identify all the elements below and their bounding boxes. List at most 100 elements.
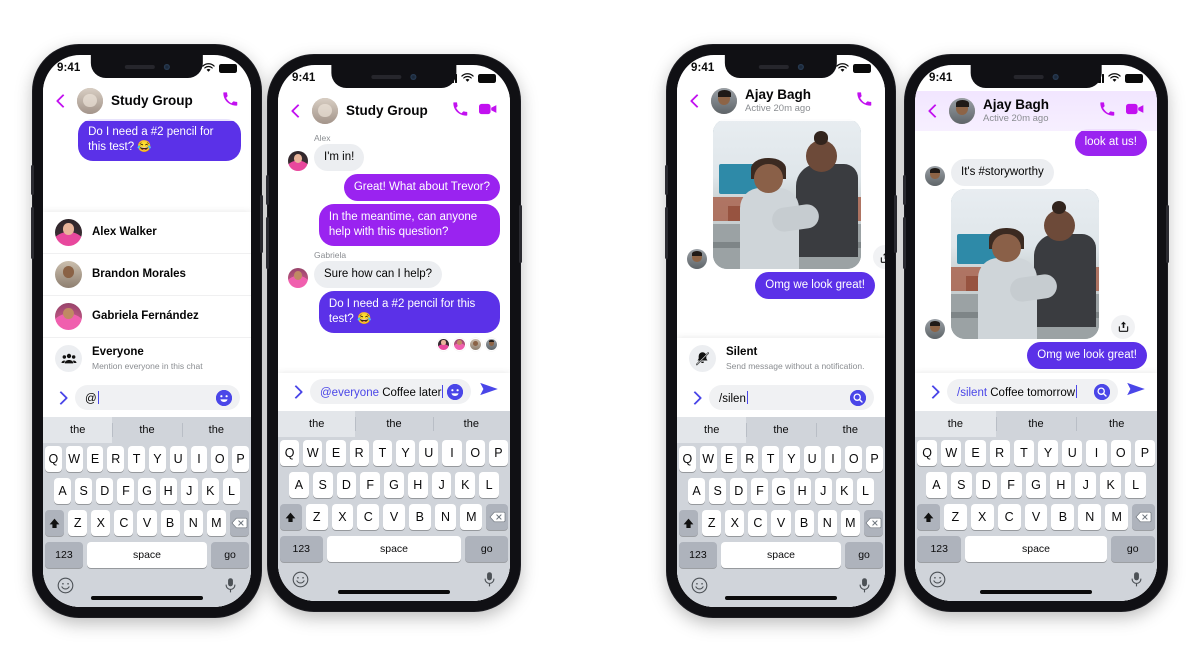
home-indicator[interactable]: [91, 596, 203, 600]
key-t[interactable]: T: [128, 446, 145, 472]
share-button[interactable]: [873, 245, 885, 269]
message-bubble[interactable]: Omg we look great!: [1027, 341, 1147, 369]
key-j[interactable]: J: [1075, 472, 1097, 498]
key-f[interactable]: F: [751, 478, 769, 504]
key-y[interactable]: Y: [1038, 440, 1059, 466]
volume-up-button[interactable]: [665, 165, 668, 195]
send-button[interactable]: [479, 381, 499, 402]
expand-actions-icon[interactable]: [926, 385, 939, 398]
microphone-key[interactable]: [483, 571, 496, 593]
key-i[interactable]: I: [824, 446, 842, 472]
message-avatar[interactable]: [925, 318, 945, 339]
volume-down-button[interactable]: [31, 207, 34, 259]
message-bubble[interactable]: In the meantime, can anyone help with th…: [318, 203, 500, 246]
key-v[interactable]: V: [137, 510, 157, 536]
prediction-0[interactable]: the: [915, 411, 996, 437]
key-p[interactable]: P: [232, 446, 249, 472]
key-j[interactable]: J: [431, 472, 452, 498]
space-key[interactable]: space: [86, 542, 208, 568]
backspace-key[interactable]: [863, 510, 883, 536]
key-s[interactable]: S: [75, 478, 93, 504]
numbers-key[interactable]: 123: [679, 542, 717, 568]
video-call-button[interactable]: [479, 102, 497, 120]
microphone-key[interactable]: [858, 577, 871, 599]
key-g[interactable]: G: [1025, 472, 1047, 498]
shift-key[interactable]: [279, 504, 302, 530]
share-button[interactable]: [1111, 314, 1135, 339]
key-a[interactable]: A: [926, 472, 947, 498]
key-v[interactable]: V: [383, 504, 405, 530]
key-n[interactable]: N: [434, 504, 457, 530]
reaction-avatar[interactable]: [485, 337, 498, 351]
key-a[interactable]: A: [288, 472, 309, 498]
key-u[interactable]: U: [1062, 440, 1083, 466]
key-t[interactable]: T: [762, 446, 779, 472]
expand-actions-icon[interactable]: [289, 385, 302, 398]
send-button[interactable]: [1126, 381, 1146, 402]
key-z[interactable]: Z: [68, 510, 88, 536]
key-n[interactable]: N: [183, 510, 203, 536]
prediction-1[interactable]: the: [355, 411, 432, 437]
key-o[interactable]: O: [465, 440, 485, 466]
message-avatar[interactable]: [925, 165, 945, 186]
back-icon[interactable]: [926, 104, 941, 119]
prediction-2[interactable]: the: [432, 411, 510, 437]
key-c[interactable]: C: [748, 510, 768, 536]
search-button[interactable]: [850, 389, 866, 406]
key-y[interactable]: Y: [396, 440, 416, 466]
key-l[interactable]: L: [856, 478, 874, 504]
prediction-0[interactable]: the: [278, 411, 356, 437]
key-e[interactable]: E: [326, 440, 346, 466]
back-icon[interactable]: [54, 94, 69, 109]
prediction-0[interactable]: the: [677, 417, 747, 443]
prediction-2[interactable]: the: [181, 417, 251, 443]
key-c[interactable]: C: [997, 504, 1021, 530]
reaction-avatar[interactable]: [469, 337, 482, 351]
message-input[interactable]: @everyone Coffee later: [310, 379, 471, 404]
emoji-button[interactable]: [216, 389, 232, 406]
video-call-button[interactable]: [1126, 102, 1144, 120]
photo-attachment[interactable]: [713, 119, 861, 269]
emoji-button[interactable]: [447, 383, 463, 400]
key-h[interactable]: H: [1050, 472, 1072, 498]
go-key[interactable]: go: [465, 536, 508, 562]
key-n[interactable]: N: [1078, 504, 1102, 530]
key-c[interactable]: C: [357, 504, 380, 530]
space-key[interactable]: space: [326, 536, 462, 562]
key-r[interactable]: R: [107, 446, 125, 472]
key-o[interactable]: O: [211, 446, 229, 472]
key-q[interactable]: Q: [279, 440, 300, 466]
message-bubble[interactable]: Omg we look great!: [755, 272, 875, 299]
volume-up-button[interactable]: [266, 175, 269, 205]
key-w[interactable]: W: [699, 446, 717, 472]
header-avatar[interactable]: [312, 98, 338, 124]
key-y[interactable]: Y: [149, 446, 166, 472]
key-h[interactable]: H: [793, 478, 811, 504]
suggestion-item[interactable]: Everyone Mention everyone in this chat: [43, 337, 251, 379]
volume-up-button[interactable]: [31, 165, 34, 195]
message-bubble[interactable]: look at us!: [1074, 129, 1147, 156]
key-t[interactable]: T: [372, 440, 392, 466]
key-a[interactable]: A: [688, 478, 706, 504]
key-s[interactable]: S: [709, 478, 727, 504]
volume-down-button[interactable]: [665, 207, 668, 259]
numbers-key[interactable]: 123: [280, 536, 323, 562]
key-j[interactable]: J: [814, 478, 832, 504]
header-avatar[interactable]: [949, 98, 975, 124]
photo-attachment[interactable]: [951, 188, 1099, 339]
emoji-key[interactable]: [57, 577, 74, 599]
key-y[interactable]: Y: [783, 446, 800, 472]
prediction-2[interactable]: the: [815, 417, 885, 443]
search-button[interactable]: [1094, 383, 1110, 400]
key-f[interactable]: F: [360, 472, 381, 498]
suggestion-item[interactable]: Gabriela Fernández: [43, 295, 251, 337]
key-l[interactable]: L: [222, 478, 240, 504]
message-input[interactable]: /silen: [709, 385, 874, 410]
message-bubble[interactable]: Great! What about Trevor?: [343, 173, 500, 201]
message-input[interactable]: /silent Coffee tomorrow: [947, 379, 1118, 404]
key-a[interactable]: A: [54, 478, 72, 504]
key-r[interactable]: R: [989, 440, 1010, 466]
shift-key[interactable]: [45, 510, 65, 536]
message-input[interactable]: @: [75, 385, 240, 410]
call-button[interactable]: [856, 91, 872, 112]
